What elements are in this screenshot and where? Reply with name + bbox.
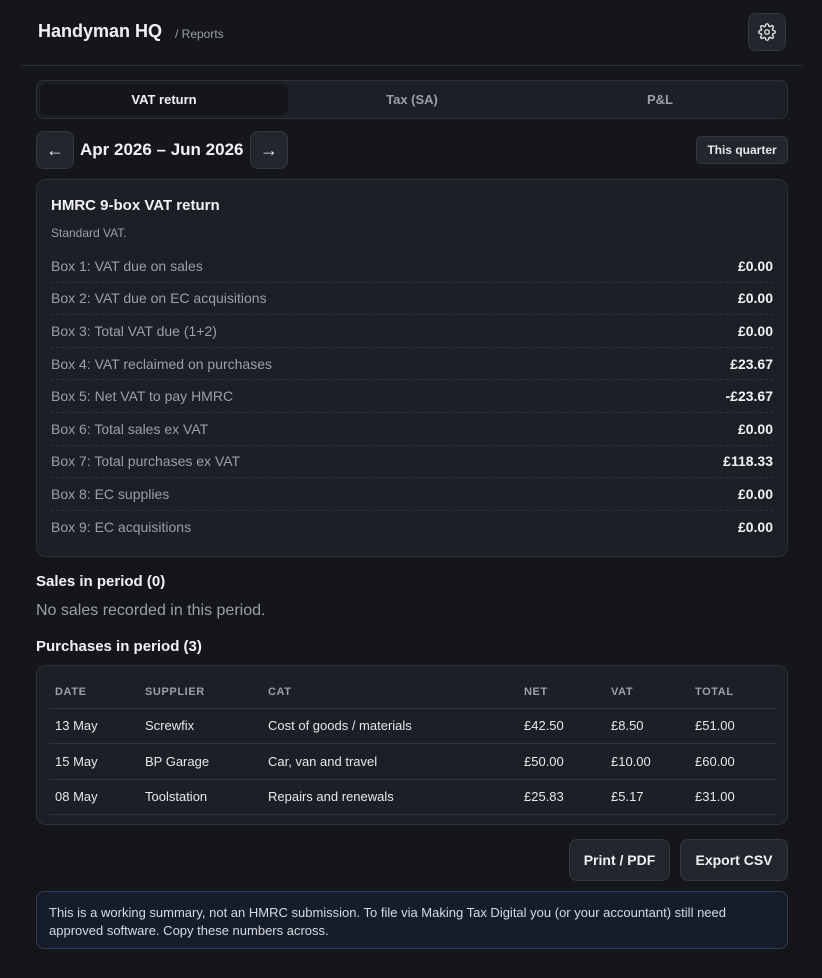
cell-date: 08 May: [49, 779, 139, 815]
cell-total: £60.00: [689, 743, 776, 780]
vat-box-value: £23.67: [730, 355, 773, 372]
cell-total: £31.00: [689, 779, 776, 815]
cell-supplier: Toolstation: [139, 779, 262, 815]
tab-vat-return[interactable]: VAT return: [40, 84, 288, 115]
gear-icon: [758, 23, 776, 41]
vat-box-value: £0.00: [737, 322, 773, 339]
vat-box-value: £0.00: [737, 257, 773, 274]
purchases-heading: Purchases in period (3): [36, 638, 202, 655]
arrow-left-icon: ←: [46, 139, 64, 160]
vat-box-label: Box 2: VAT due on EC acquisitions: [51, 290, 267, 307]
settings-button[interactable]: [748, 13, 786, 51]
cell-date: 13 May: [49, 708, 139, 744]
breadcrumb: / Reports: [175, 27, 224, 41]
cell-vat: £8.50: [605, 708, 689, 744]
report-tabs: VAT return Tax (SA) P&L: [36, 80, 788, 119]
vat-box-label: Box 7: Total purchases ex VAT: [51, 453, 241, 470]
cell-vat: £5.17: [605, 779, 689, 815]
cell-category: Car, van and travel: [262, 743, 518, 780]
vat-box-row: Box 5: Net VAT to pay HMRC -£23.67: [51, 380, 773, 413]
vat-box-label: Box 4: VAT reclaimed on purchases: [51, 355, 272, 372]
vat-box-row: Box 7: Total purchases ex VAT £118.33: [51, 446, 773, 479]
tab-pl[interactable]: P&L: [536, 84, 784, 115]
vat-box-label: Box 8: EC supplies: [51, 485, 170, 502]
purchases-card: DATE SUPPLIER CAT NET VAT TOTAL 13 May S…: [36, 665, 788, 825]
vat-box-row: Box 6: Total sales ex VAT £0.00: [51, 413, 773, 446]
column-header-vat: VAT: [605, 676, 689, 709]
table-row: 08 May Toolstation Repairs and renewals …: [49, 779, 776, 815]
print-pdf-button[interactable]: Print / PDF: [569, 839, 670, 881]
vat-box-label: Box 9: EC acquisitions: [51, 519, 192, 536]
vat-box-value: £0.00: [737, 519, 773, 536]
table-header-row: DATE SUPPLIER CAT NET VAT TOTAL: [49, 676, 776, 709]
column-header-total: TOTAL: [689, 676, 776, 709]
tab-tax-sa[interactable]: Tax (SA): [288, 84, 536, 115]
sales-empty-text: No sales recorded in this period.: [36, 602, 266, 619]
cell-total: £51.00: [689, 708, 776, 744]
table-row: 13 May Screwfix Cost of goods / material…: [49, 708, 776, 744]
vat-box-row: Box 3: Total VAT due (1+2) £0.00: [51, 315, 773, 348]
purchases-table: DATE SUPPLIER CAT NET VAT TOTAL 13 May S…: [49, 676, 776, 815]
vat-box-value: -£23.67: [725, 388, 773, 405]
cell-net: £50.00: [518, 743, 605, 780]
period-label: Apr 2026 – Jun 2026: [80, 140, 244, 159]
cell-supplier: BP Garage: [139, 743, 262, 780]
vat-box-label: Box 1: VAT due on sales: [51, 257, 203, 274]
vat-card-title: HMRC 9-box VAT return: [51, 197, 220, 214]
vat-box-row: Box 8: EC supplies £0.00: [51, 478, 773, 511]
app-header: Handyman HQ / Reports: [22, 0, 803, 66]
cell-net: £25.83: [518, 779, 605, 815]
column-header-date: DATE: [49, 676, 139, 709]
table-row: 15 May BP Garage Car, van and travel £50…: [49, 743, 776, 780]
cell-net: £42.50: [518, 708, 605, 744]
cell-category: Cost of goods / materials: [262, 708, 518, 744]
vat-box-label: Box 6: Total sales ex VAT: [51, 420, 209, 437]
column-header-net: NET: [518, 676, 605, 709]
app-title: Handyman HQ: [38, 21, 163, 41]
vat-box-value: £0.00: [737, 290, 773, 307]
vat-box-label: Box 3: Total VAT due (1+2): [51, 322, 217, 339]
next-period-button[interactable]: →: [250, 131, 288, 169]
cell-category: Repairs and renewals: [262, 779, 518, 815]
cell-supplier: Screwfix: [139, 708, 262, 744]
vat-return-card: HMRC 9-box VAT return Standard VAT. Box …: [36, 179, 788, 557]
cell-date: 15 May: [49, 743, 139, 780]
cell-vat: £10.00: [605, 743, 689, 780]
export-csv-button[interactable]: Export CSV: [680, 839, 788, 881]
info-notice: This is a working summary, not an HMRC s…: [36, 891, 788, 949]
column-header-cat: CAT: [262, 676, 518, 709]
sales-heading: Sales in period (0): [36, 573, 166, 590]
vat-box-list: Box 1: VAT due on sales £0.00 Box 2: VAT …: [51, 250, 773, 543]
vat-box-label: Box 5: Net VAT to pay HMRC: [51, 388, 234, 405]
vat-box-value: £0.00: [737, 420, 773, 437]
column-header-supplier: SUPPLIER: [139, 676, 262, 709]
this-quarter-button[interactable]: This quarter: [696, 136, 788, 164]
prev-period-button[interactable]: ←: [36, 131, 74, 169]
vat-box-row: Box 1: VAT due on sales £0.00: [51, 250, 773, 283]
vat-box-value: £118.33: [723, 453, 773, 470]
vat-box-row: Box 9: EC acquisitions £0.00: [51, 511, 773, 544]
vat-card-subtitle: Standard VAT.: [51, 226, 127, 240]
vat-box-row: Box 2: VAT due on EC acquisitions £0.00: [51, 283, 773, 316]
vat-box-row: Box 4: VAT reclaimed on purchases £23.67: [51, 348, 773, 381]
arrow-right-icon: →: [260, 139, 278, 160]
vat-box-value: £0.00: [737, 485, 773, 502]
